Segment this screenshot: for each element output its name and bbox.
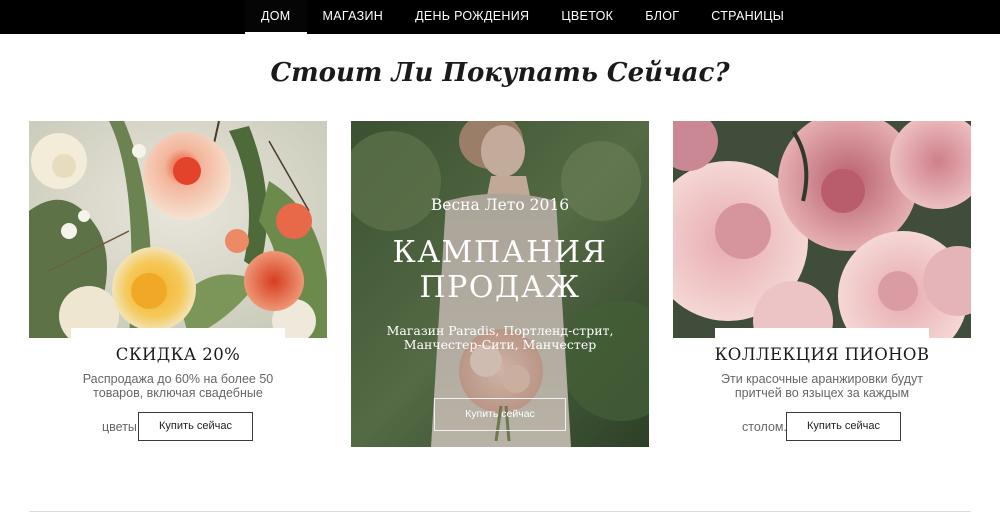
card-heading: КОЛЛЕКЦИЯ ПИОНОВ bbox=[714, 345, 930, 364]
nav-item-shop[interactable]: МАГАЗИН bbox=[307, 0, 400, 34]
mixed-flower-bouquet-image bbox=[29, 121, 327, 338]
card-description: Эти красочные аранжировки будут притчей … bbox=[721, 372, 923, 400]
promo-address: Магазин Paradis, Портленд-стрит, Манчест… bbox=[386, 323, 614, 352]
buy-now-button[interactable]: Купить сейчас bbox=[786, 412, 901, 441]
card-description-tail: цветы bbox=[102, 420, 137, 434]
card-description-tail: столом. bbox=[742, 420, 787, 434]
pink-peonies-image bbox=[673, 121, 971, 338]
promo-buy-now-button[interactable]: Купить сейчас bbox=[434, 398, 566, 431]
nav-item-birthday[interactable]: ДЕНЬ РОЖДЕНИЯ bbox=[399, 0, 545, 34]
card-heading: СКИДКА 20% bbox=[115, 345, 241, 364]
nav-item-pages[interactable]: СТРАНИЦЫ bbox=[695, 0, 800, 34]
promo-subtitle: Весна Лето 2016 bbox=[430, 196, 570, 214]
nav-item-home[interactable]: ДОМ bbox=[245, 0, 307, 34]
nav-item-blog[interactable]: БЛОГ bbox=[629, 0, 695, 34]
main-menu: ДОМ МАГАЗИН ДЕНЬ РОЖДЕНИЯ ЦВЕТОК БЛОГ СТ… bbox=[245, 0, 800, 34]
section-divider bbox=[29, 511, 971, 512]
top-navigation: ДОМ МАГАЗИН ДЕНЬ РОЖДЕНИЯ ЦВЕТОК БЛОГ СТ… bbox=[0, 0, 1000, 34]
nav-item-flower[interactable]: ЦВЕТОК bbox=[545, 0, 629, 34]
buy-now-button[interactable]: Купить сейчас bbox=[138, 412, 253, 441]
section-title: Стоит Ли Покупать Сейчас? bbox=[270, 58, 730, 88]
promo-title: КАМПАНИЯ ПРОДАЖ bbox=[392, 235, 608, 305]
sales-campaign-banner: Весна Лето 2016 КАМПАНИЯ ПРОДАЖ Магазин … bbox=[351, 121, 649, 447]
card-description: Распродажа до 60% на более 50 товаров, в… bbox=[82, 372, 274, 400]
